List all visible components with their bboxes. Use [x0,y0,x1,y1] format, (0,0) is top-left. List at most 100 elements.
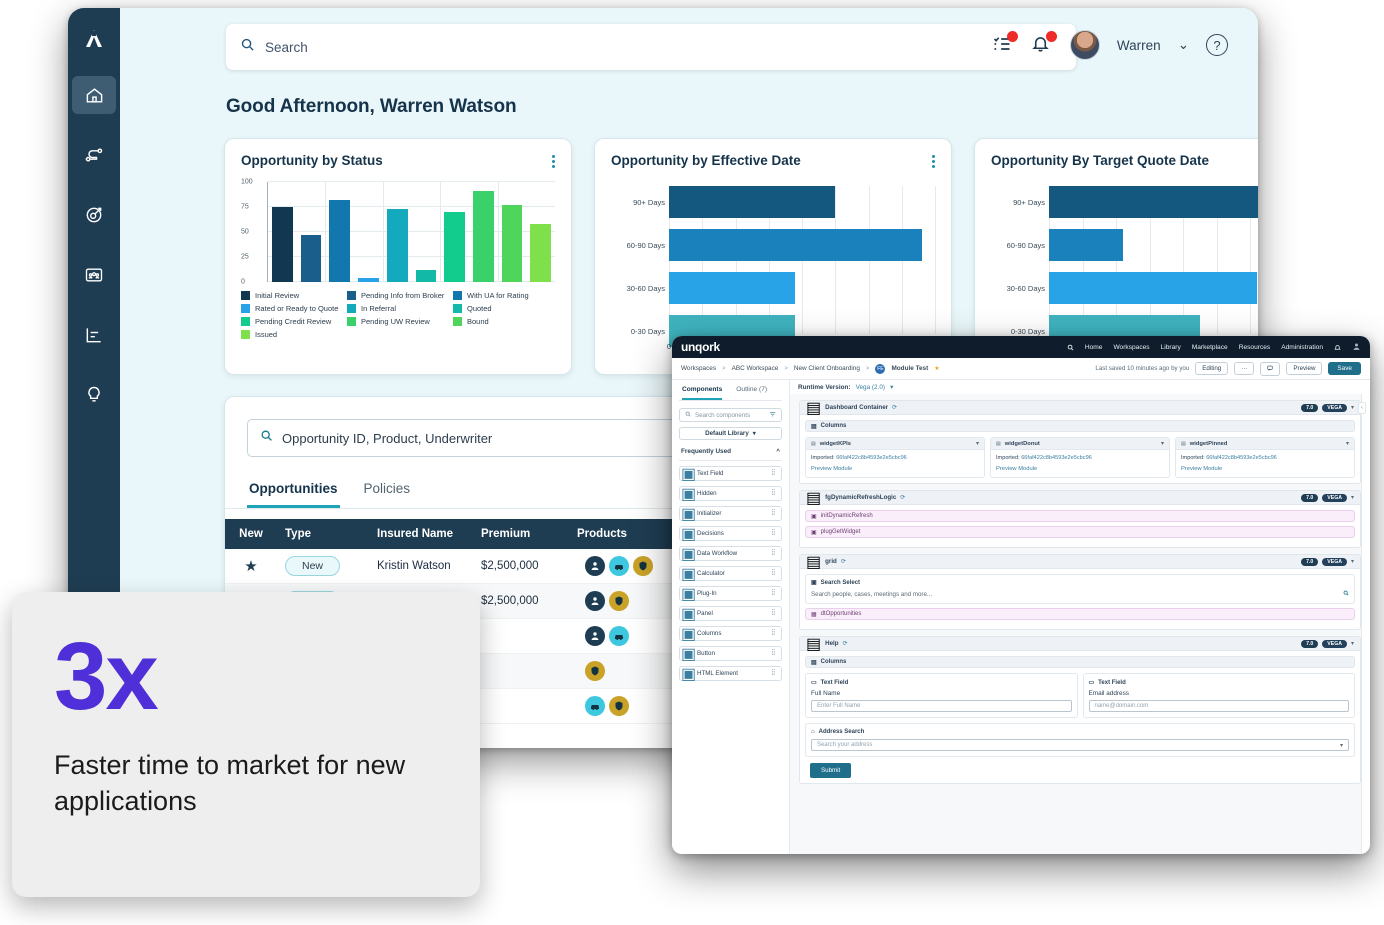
widget-header[interactable]: ▤ widgetPinned ▾ [1176,438,1354,450]
avatar[interactable] [1069,30,1100,60]
column-header[interactable]: New [225,528,277,540]
imported-id[interactable]: 66faf422c8b4593e2e5cbc96 [1206,455,1277,461]
sidebar-item-home[interactable] [72,76,116,114]
drag-handle[interactable]: ⣿ [771,570,776,576]
component-panel[interactable]: ▣ Panel ⣿ [679,606,782,623]
block-header[interactable]: ▤ grid ⟳ 7.0 VEGA ▾ [800,554,1360,571]
favorite-star-icon[interactable]: ★ [225,557,277,575]
sidebar-item-people[interactable] [72,256,116,294]
panel-tab-components[interactable]: Components [682,386,723,400]
drag-handle[interactable]: ⣿ [771,470,776,476]
refresh-icon[interactable]: ⟳ [892,404,897,411]
component-initializer[interactable]: ▣ Initializer ⣿ [679,506,782,523]
runtime-version-value[interactable]: Vega (2.0) [856,384,886,391]
chevron-down-icon[interactable]: ▾ [1340,742,1343,749]
component-htmlelement[interactable]: ▣ HTML Element ⣿ [679,666,782,683]
chevron-down-icon[interactable]: ▾ [890,383,893,391]
logic-item-pluggetwidget[interactable]: ▣ plugGetWidget [805,526,1355,538]
breadcrumb-module-test[interactable]: Module Test [891,365,928,372]
panel-tab-outline[interactable]: Outline (7) [736,386,767,400]
search-components-input[interactable]: Search components [679,408,782,422]
nav-resources[interactable]: Resources [1239,344,1271,351]
preview-button[interactable]: Preview [1286,362,1323,375]
drag-handle[interactable]: ⣿ [771,670,776,676]
imported-id[interactable]: 66faf422c8b4593e2e5cbc96 [836,455,907,461]
tab-opportunities[interactable]: Opportunities [247,473,340,508]
nav-marketplace[interactable]: Marketplace [1192,344,1228,351]
tasks-icon[interactable] [992,31,1018,56]
editing-mode-button[interactable]: Editing [1195,362,1229,375]
component-hidden[interactable]: ▣ Hidden ⣿ [679,486,782,503]
library-selector[interactable]: Default Library ▾ [679,427,782,440]
avatar-icon[interactable] [1352,338,1361,356]
component-button[interactable]: ▣ Button ⣿ [679,646,782,663]
help-icon[interactable]: ? [1206,34,1228,56]
preview-module-link[interactable]: Preview Module [811,466,979,472]
chevron-down-icon[interactable]: ⌄ [1178,37,1189,53]
column-header[interactable]: Premium [473,528,569,540]
kebab-menu-icon[interactable] [932,153,935,170]
filter-icon[interactable] [769,411,776,420]
block-header[interactable]: ▤ Dashboard Container ⟳ 7.0 VEGA ▾ [800,400,1360,417]
component-textfield[interactable]: ▣ Text Field ⣿ [679,466,782,483]
chevron-down-icon[interactable]: ▾ [1346,440,1349,447]
drag-handle[interactable]: ⣿ [771,590,776,596]
chevron-down-icon[interactable]: ▾ [1161,440,1164,447]
component-decisions[interactable]: ▣ Decisions ⣿ [679,526,782,543]
user-name[interactable]: Warren [1117,38,1161,53]
block-header[interactable]: ▤ Help ⟳ 7.0 VEGA ▾ [800,636,1360,653]
drag-handle[interactable]: ⣿ [771,610,776,616]
bell-icon[interactable] [1031,31,1057,56]
collapse-panel-icon[interactable]: ‹ [1358,402,1366,414]
full-name-input[interactable]: Enter Full Name [811,700,1072,712]
address-search-input[interactable]: Search your address ▾ [811,739,1349,751]
component-calculator[interactable]: ▣ Calculator ⣿ [679,566,782,583]
drag-handle[interactable]: ⣿ [771,550,776,556]
chevron-down-icon[interactable]: ▾ [1351,494,1354,501]
sidebar-item-insights[interactable] [72,376,116,414]
sidebar-item-workflow[interactable] [72,136,116,174]
search-icon[interactable] [1067,338,1074,356]
widget-header[interactable]: ▤ widgetKPIs ▾ [806,438,984,450]
block-header[interactable]: ▤ fgDynamicRefreshLogic ⟳ 7.0 VEGA ▾ [800,490,1360,507]
breadcrumb-abc-workspace[interactable]: ABC Workspace [732,365,779,372]
component-columns[interactable]: ▣ Columns ⣿ [679,626,782,643]
column-header[interactable]: Products [569,528,681,540]
global-search-input[interactable]: Search [226,24,1076,70]
column-header[interactable]: Insured Name [369,528,473,540]
chevron-down-icon[interactable]: ▾ [1351,404,1354,411]
nav-administration[interactable]: Administration [1281,344,1323,351]
search-icon[interactable] [1343,590,1349,598]
nav-home[interactable]: Home [1085,344,1103,351]
chevron-down-icon[interactable]: ▾ [1351,558,1354,565]
column-header[interactable]: Type [277,528,369,540]
nav-library[interactable]: Library [1161,344,1181,351]
drag-handle[interactable]: ⣿ [771,510,776,516]
frequently-used-header[interactable]: Frequently Used ^ [679,448,782,461]
widget-header[interactable]: ▤ widgetDonut ▾ [991,438,1169,450]
chevron-down-icon[interactable]: ▾ [1351,640,1354,647]
save-button[interactable]: Save [1328,362,1361,375]
drag-handle[interactable]: ⣿ [771,490,776,496]
preview-module-link[interactable]: Preview Module [996,466,1164,472]
drag-handle[interactable]: ⣿ [771,530,776,536]
search-select-input[interactable]: Search people, cases, meetings and more.… [811,590,1349,598]
imported-id[interactable]: 66faf422c8b4593e2e5cbc96 [1021,455,1092,461]
breadcrumb-workspaces[interactable]: Workspaces [681,365,716,372]
submit-button[interactable]: Submit [810,763,852,778]
chevron-down-icon[interactable]: ▾ [976,440,979,447]
preview-module-link[interactable]: Preview Module [1181,466,1349,472]
bell-icon[interactable] [1334,338,1341,356]
sidebar-item-target[interactable] [72,196,116,234]
comment-icon[interactable] [1260,361,1281,376]
sidebar-item-reports[interactable] [72,316,116,354]
refresh-icon[interactable]: ⟳ [843,640,848,647]
refresh-icon[interactable]: ⟳ [900,494,905,501]
tab-policies[interactable]: Policies [362,473,413,508]
logic-item-dtopportunities[interactable]: ▦ dtOpportunities [805,608,1355,620]
more-options-button[interactable]: ··· [1234,362,1255,375]
kebab-menu-icon[interactable] [552,153,555,170]
breadcrumb-new-client-onboarding[interactable]: New Client Onboarding [794,365,860,372]
star-icon[interactable]: ★ [934,365,939,372]
refresh-icon[interactable]: ⟳ [841,558,846,565]
